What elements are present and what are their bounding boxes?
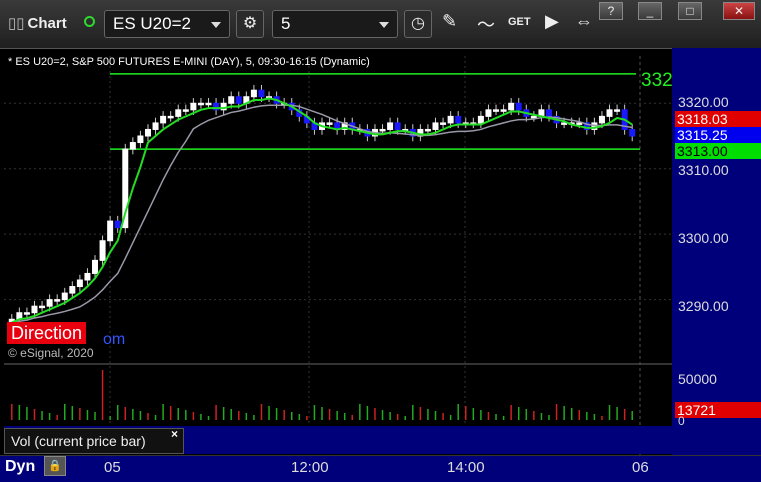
volume-tick: 50000 (678, 371, 717, 387)
time-label: 14:00 (447, 459, 485, 476)
candle-body (258, 89, 265, 98)
ma-gray-line (11, 104, 633, 326)
lock-icon[interactable]: 🔒 (44, 456, 66, 476)
candle-body (137, 135, 144, 144)
volume-tag: 13721 (675, 402, 761, 418)
help-icon[interactable]: ? (599, 2, 623, 20)
candle-body (61, 292, 68, 301)
candle-body (129, 142, 136, 150)
candle-body (114, 220, 121, 229)
pencil-draw-icon[interactable]: ✎ (442, 11, 457, 32)
candle-body (76, 279, 83, 288)
candle-body (31, 305, 38, 314)
volume-zero: 0 (678, 414, 685, 428)
candle-body (614, 109, 621, 112)
time-label: 06 (632, 459, 649, 476)
candle-body (160, 115, 167, 124)
candle-body (508, 102, 515, 111)
candle-body (182, 109, 189, 112)
candle-body (152, 122, 159, 130)
bars-icon: ▯▯ (8, 15, 25, 32)
candle-body (545, 109, 552, 117)
ma-price-tag: 3315.25 (675, 127, 761, 143)
close-icon[interactable]: ✕ (723, 2, 755, 20)
candle-body (167, 115, 174, 119)
settings-gear-icon[interactable]: ⚙ (236, 10, 264, 38)
candle-body (424, 128, 431, 132)
candle-body (92, 259, 99, 274)
level-price-tag: 3313.00 (675, 143, 761, 159)
candle-body (84, 272, 91, 281)
volume-study-label[interactable]: Vol (current price bar) (4, 428, 184, 454)
candle-body (561, 122, 568, 125)
price-tick: 3290.00 (678, 298, 729, 314)
time-label: 12:00 (291, 459, 329, 476)
chevron-down-icon (379, 22, 389, 28)
candle-body (235, 96, 242, 104)
candle-body (455, 115, 462, 124)
candle-body (46, 299, 53, 307)
get-icon[interactable]: GET (508, 16, 531, 28)
price-tick: 3310.00 (678, 162, 729, 178)
candle-body (379, 128, 386, 132)
candle-body (440, 122, 447, 125)
candle-body (107, 220, 114, 242)
candle-body (606, 109, 613, 117)
candle-body (144, 128, 151, 137)
price-tick: 3300.00 (678, 230, 729, 246)
candle-body (205, 102, 212, 106)
candle-body (500, 109, 507, 112)
copyright: © eSignal, 2020 (8, 346, 94, 360)
volume-axis (672, 426, 761, 455)
price-tick: 3320.00 (678, 94, 729, 110)
clock-icon[interactable]: ◷ (404, 10, 432, 38)
play-icon[interactable]: ▶ (545, 11, 559, 32)
minimize-icon[interactable]: _ (638, 2, 662, 20)
toolbar: ▯▯ Chart ES U20=2 ⚙ 5 ◷ ✎ 〜 GET ▶ ⇔ ? _ □… (0, 0, 761, 49)
candle-body (23, 312, 30, 315)
chart-info-line: * ES U20=2, S&P 500 FUTURES E-MINI (DAY)… (8, 56, 370, 68)
connection-status-icon (84, 16, 95, 27)
candle-body (387, 122, 394, 130)
candle-body (228, 96, 235, 104)
last-price-tag: 3318.03 (675, 111, 761, 127)
candle-body (432, 122, 439, 130)
price-chart[interactable] (0, 48, 761, 481)
candle-body (447, 115, 454, 124)
time-label: 05 (104, 459, 121, 476)
candle-body (493, 109, 500, 112)
study-wave-icon[interactable]: 〜 (477, 11, 495, 37)
candle-body (576, 122, 583, 125)
chevron-down-icon (211, 22, 221, 28)
candle-body (477, 115, 484, 124)
candle-body (515, 102, 522, 111)
candle-body (54, 299, 61, 302)
candle-body (530, 115, 537, 119)
candle-body (39, 305, 46, 309)
candle-body (190, 102, 197, 111)
direction-label: Direction (7, 322, 87, 344)
candle-body (394, 122, 401, 130)
arrows-icon[interactable]: ⇔ (575, 11, 593, 32)
interval-select[interactable]: 5 (272, 10, 398, 38)
candle-body (326, 122, 333, 125)
direction-tail: om (103, 331, 126, 348)
candle-body (250, 89, 257, 98)
candle-body (598, 115, 605, 124)
restore-icon[interactable]: □ (678, 2, 702, 20)
candle-body (197, 102, 204, 106)
symbol-select[interactable]: ES U20=2 (104, 10, 230, 38)
candle-body (175, 109, 182, 117)
candle-body (629, 128, 636, 137)
candle-body (485, 109, 492, 117)
candle-body (69, 286, 76, 294)
dyn-button[interactable]: Dyn (5, 458, 35, 476)
candle-body (99, 240, 106, 261)
level-label: 332 (641, 70, 673, 91)
close-study-icon[interactable]: × (171, 427, 178, 441)
chart-title: ▯▯ Chart (8, 15, 67, 32)
